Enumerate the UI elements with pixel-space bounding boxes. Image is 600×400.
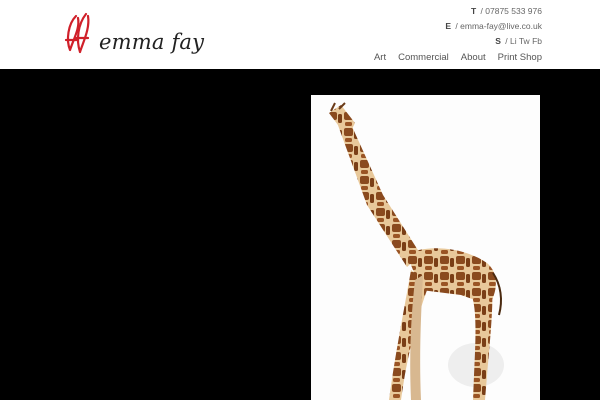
phone-key: T — [470, 6, 477, 16]
main-nav: Art Commercial About Print Shop — [374, 52, 542, 63]
site-header: emma fay T / 07875 533 976 E / emma-fay@… — [0, 0, 600, 69]
nav-commercial[interactable]: Commercial — [398, 52, 449, 63]
email-link[interactable]: emma-fay@live.co.uk — [460, 21, 542, 31]
email-key: E — [445, 21, 452, 31]
nav-about[interactable]: About — [461, 52, 486, 63]
social-linkedin-link[interactable]: Li — [510, 36, 517, 46]
nav-print-shop[interactable]: Print Shop — [498, 52, 542, 63]
social-facebook-link[interactable]: Fb — [532, 36, 542, 46]
social-key: S — [495, 36, 501, 46]
logo-wordmark: emma fay — [99, 30, 205, 54]
contact-phone: T / 07875 533 976 — [470, 6, 542, 16]
artwork-image[interactable] — [311, 95, 540, 400]
contact-block: T / 07875 533 976 E / emma-fay@live.co.u… — [445, 4, 542, 49]
logo-mark — [64, 12, 90, 54]
nav-art[interactable]: Art — [374, 52, 386, 63]
site-logo[interactable]: emma fay — [64, 10, 204, 58]
phone-number[interactable]: 07875 533 976 — [485, 6, 542, 16]
contact-email: E / emma-fay@live.co.uk — [445, 21, 542, 31]
main-content — [0, 69, 600, 400]
contact-social: S / Li Tw Fb — [495, 36, 542, 46]
social-twitter-link[interactable]: Tw — [519, 36, 530, 46]
giraffe-illustration — [329, 102, 504, 400]
